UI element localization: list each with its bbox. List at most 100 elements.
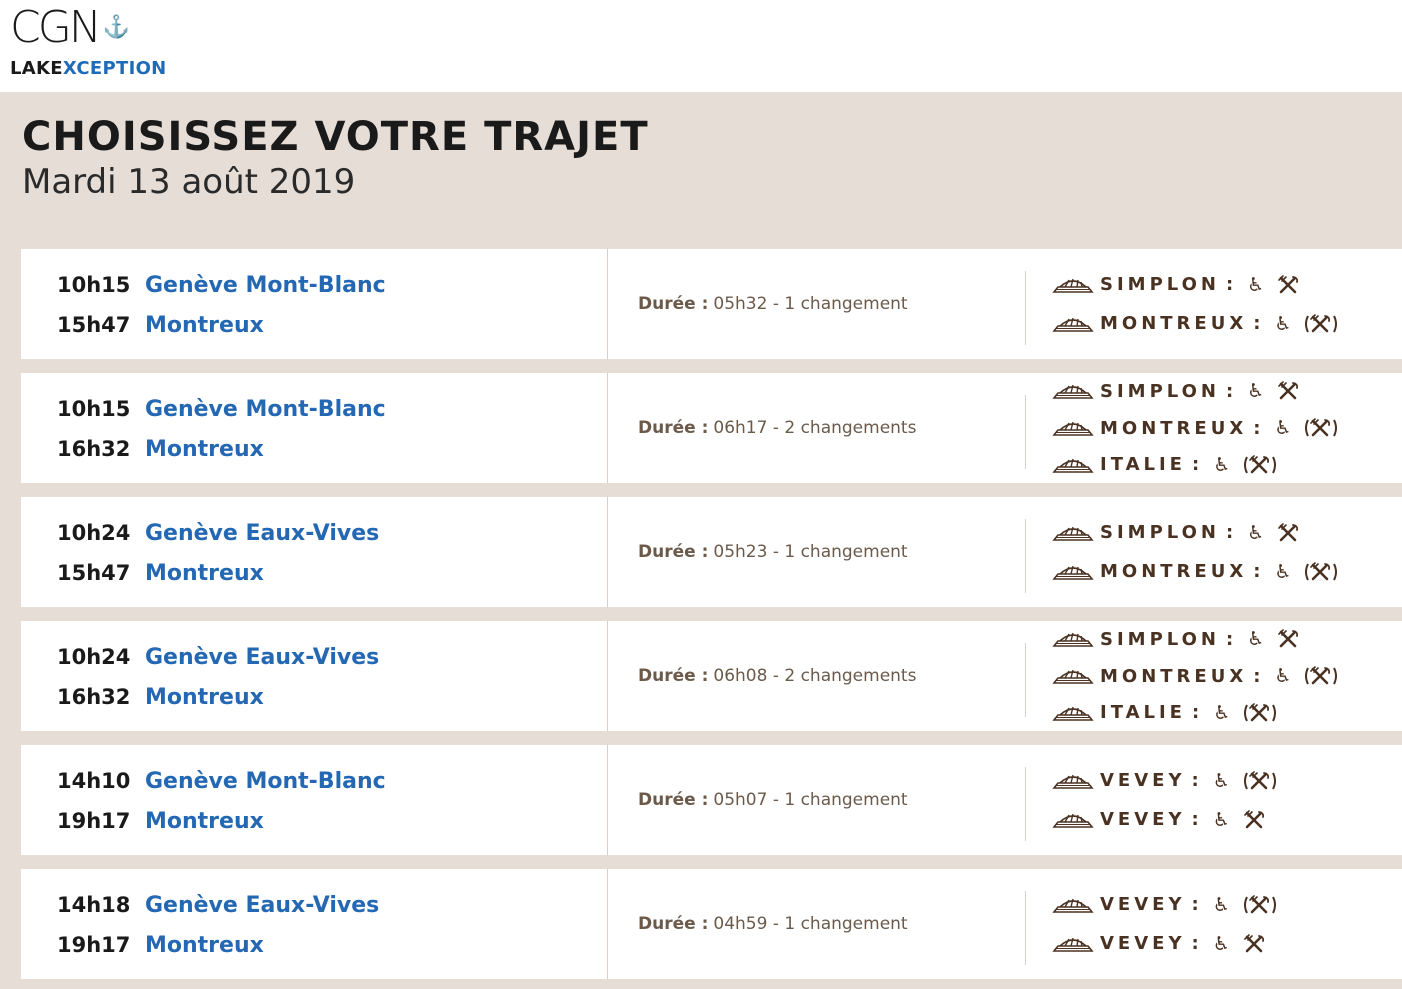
departure-time: 14h18 bbox=[57, 893, 131, 917]
trip-row[interactable]: 14h18 Genève Eaux-Vives 19h17 Montreux Durée… bbox=[21, 869, 1402, 979]
restaurant-optional-icon bbox=[1305, 313, 1338, 332]
boats-cell: SIMPLON: ♿ MONTREUX: ♿ ITALIE: ♿ bbox=[1026, 373, 1402, 483]
paddle-steamer-icon bbox=[1052, 317, 1094, 332]
departure-place-link[interactable]: Genève Eaux-Vives bbox=[145, 521, 379, 546]
paddle-steamer-icon bbox=[1052, 813, 1094, 828]
trip-duration: Durée :05h32 - 1 changement bbox=[638, 249, 908, 359]
paddle-steamer-icon bbox=[1052, 385, 1094, 400]
boat-colon: : bbox=[1191, 894, 1199, 915]
departure: 14h18 Genève Eaux-Vives bbox=[57, 891, 379, 919]
boat-name: MONTREUX bbox=[1100, 665, 1248, 687]
arrival: 15h47 Montreux bbox=[57, 311, 264, 339]
paddle-steamer-icon bbox=[1052, 937, 1094, 952]
boat-item: VEVEY: ♿ bbox=[1052, 800, 1278, 839]
trip-stops: 10h24 Genève Eaux-Vives 16h32 Montreux bbox=[21, 621, 607, 731]
arrival-place-link[interactable]: Montreux bbox=[145, 809, 264, 834]
wheelchair-icon: ♿ bbox=[1213, 453, 1231, 476]
departure-time: 10h15 bbox=[57, 273, 131, 297]
boat-colon: : bbox=[1191, 702, 1200, 724]
trip-row[interactable]: 10h24 Genève Eaux-Vives 15h47 Montreux Durée… bbox=[21, 497, 1402, 607]
boat-name: ITALIE bbox=[1100, 454, 1186, 476]
duration-value: 05h32 - 1 changement bbox=[713, 294, 908, 314]
departure-time: 10h24 bbox=[57, 521, 131, 545]
restaurant-icon bbox=[1243, 809, 1264, 828]
arrival: 19h17 Montreux bbox=[57, 931, 264, 959]
boat-name: VEVEY bbox=[1100, 770, 1186, 791]
trip-row[interactable]: 10h15 Genève Mont-Blanc 15h47 Montreux Durée… bbox=[21, 249, 1402, 359]
boat-item: ITALIE: ♿ bbox=[1052, 694, 1339, 731]
departure-place-link[interactable]: Genève Mont-Blanc bbox=[145, 273, 386, 298]
boat-item: VEVEY: ♿ bbox=[1052, 761, 1278, 800]
departure-time: 10h24 bbox=[57, 645, 131, 669]
trip-duration-cell: Durée :05h32 - 1 changement bbox=[608, 249, 1025, 359]
boat-list: SIMPLON: ♿ MONTREUX: ♿ bbox=[1052, 497, 1339, 607]
arrival-place-link[interactable]: Montreux bbox=[145, 561, 264, 586]
restaurant-icon bbox=[1278, 522, 1299, 541]
trip-duration-cell: Durée :05h07 - 1 changement bbox=[608, 745, 1025, 855]
boat-colon: : bbox=[1225, 522, 1234, 543]
boat-name: VEVEY bbox=[1100, 933, 1186, 954]
boats-cell: VEVEY: ♿ VEVEY: ♿ bbox=[1026, 745, 1402, 855]
duration-value: 05h23 - 1 changement bbox=[713, 542, 908, 562]
boat-colon: : bbox=[1225, 274, 1234, 295]
trip-duration: Durée :04h59 - 1 changement bbox=[638, 869, 908, 979]
boat-list: SIMPLON: ♿ MONTREUX: ♿ ITALIE: ♿ bbox=[1052, 621, 1339, 731]
arrival-place-link[interactable]: Montreux bbox=[145, 437, 264, 462]
arrival: 16h32 Montreux bbox=[57, 683, 264, 711]
boat-list: VEVEY: ♿ VEVEY: ♿ bbox=[1052, 745, 1278, 855]
duration-value: 06h08 - 2 changements bbox=[713, 666, 917, 686]
trip-duration-cell: Durée :06h08 - 2 changements bbox=[608, 621, 1025, 731]
arrival-place-link[interactable]: Montreux bbox=[145, 933, 264, 958]
trip-row[interactable]: 10h24 Genève Eaux-Vives 16h32 Montreux Durée… bbox=[21, 621, 1402, 731]
wheelchair-icon: ♿ bbox=[1212, 808, 1230, 831]
restaurant-optional-icon bbox=[1244, 702, 1277, 722]
boat-name: SIMPLON bbox=[1100, 274, 1220, 295]
cgn-logo[interactable]: CGN ⚓ LAKEXCEPTION bbox=[10, 2, 167, 80]
wheelchair-icon: ♿ bbox=[1274, 312, 1292, 335]
paddle-steamer-icon bbox=[1052, 774, 1094, 789]
departure: 10h24 Genève Eaux-Vives bbox=[57, 519, 379, 547]
departure-place-link[interactable]: Genève Mont-Blanc bbox=[145, 769, 386, 794]
wheelchair-icon: ♿ bbox=[1274, 560, 1292, 583]
departure-place-link[interactable]: Genève Mont-Blanc bbox=[145, 397, 386, 422]
wheelchair-icon: ♿ bbox=[1212, 893, 1230, 916]
boat-item: MONTREUX: ♿ bbox=[1052, 410, 1339, 447]
page-title: CHOISISSEZ VOTRE TRAJET bbox=[22, 114, 649, 160]
trip-stops: 14h18 Genève Eaux-Vives 19h17 Montreux bbox=[21, 869, 607, 979]
departure-time: 10h15 bbox=[57, 397, 131, 421]
boat-colon: : bbox=[1253, 313, 1261, 334]
logo-wordmark: CGN ⚓ bbox=[10, 2, 131, 53]
boat-name: SIMPLON bbox=[1100, 628, 1220, 650]
duration-label: Durée : bbox=[638, 666, 709, 686]
boat-list: SIMPLON: ♿ MONTREUX: ♿ bbox=[1052, 249, 1339, 359]
trip-row[interactable]: 14h10 Genève Mont-Blanc 19h17 Montreux Durée… bbox=[21, 745, 1402, 855]
restaurant-optional-icon bbox=[1244, 454, 1277, 474]
paddle-steamer-icon bbox=[1052, 278, 1094, 293]
departure-place-link[interactable]: Genève Eaux-Vives bbox=[145, 645, 379, 670]
logo-tagline: LAKEXCEPTION bbox=[10, 58, 167, 79]
departure: 10h15 Genève Mont-Blanc bbox=[57, 271, 386, 299]
wheelchair-icon: ♿ bbox=[1274, 665, 1292, 687]
arrival-place-link[interactable]: Montreux bbox=[145, 313, 264, 338]
boat-colon: : bbox=[1191, 454, 1200, 476]
trip-stops: 14h10 Genève Mont-Blanc 19h17 Montreux bbox=[21, 745, 607, 855]
departure-place-link[interactable]: Genève Eaux-Vives bbox=[145, 893, 379, 918]
boat-colon: : bbox=[1225, 380, 1234, 402]
wheelchair-icon: ♿ bbox=[1247, 380, 1265, 403]
paddle-steamer-icon bbox=[1052, 633, 1094, 648]
duration-label: Durée : bbox=[638, 294, 709, 314]
boat-name: MONTREUX bbox=[1100, 561, 1248, 582]
duration-value: 06h17 - 2 changements bbox=[713, 418, 917, 438]
duration-label: Durée : bbox=[638, 418, 709, 438]
paddle-steamer-icon bbox=[1052, 526, 1094, 541]
duration-value: 04h59 - 1 changement bbox=[713, 914, 908, 934]
boat-item: MONTREUX: ♿ bbox=[1052, 304, 1339, 343]
arrival-place-link[interactable]: Montreux bbox=[145, 685, 264, 710]
restaurant-icon bbox=[1278, 629, 1299, 648]
trip-duration-cell: Durée :05h23 - 1 changement bbox=[608, 497, 1025, 607]
boat-item: SIMPLON: ♿ bbox=[1052, 513, 1339, 552]
departure: 10h15 Genève Mont-Blanc bbox=[57, 395, 386, 423]
boat-name: SIMPLON bbox=[1100, 522, 1220, 543]
trip-row[interactable]: 10h15 Genève Mont-Blanc 16h32 Montreux Durée… bbox=[21, 373, 1402, 483]
trip-stops: 10h15 Genève Mont-Blanc 16h32 Montreux bbox=[21, 373, 607, 483]
